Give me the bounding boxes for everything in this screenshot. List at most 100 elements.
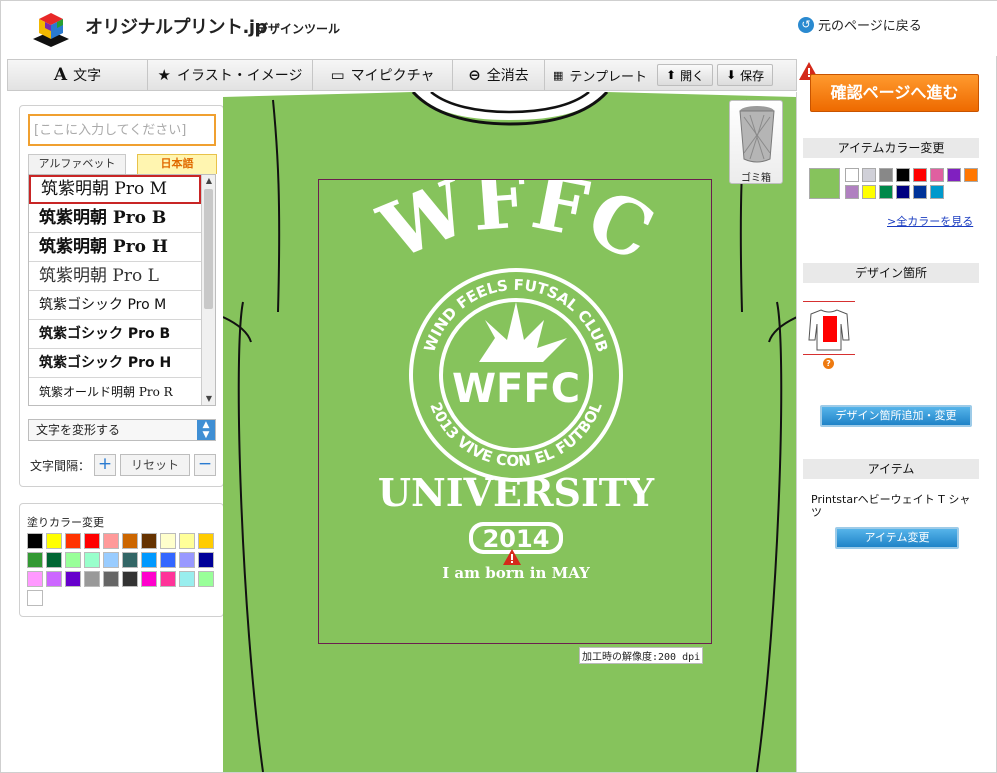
font-list-scrollbar[interactable]: ▲ ▼ — [201, 175, 215, 405]
item-name: Printstarヘビーウェイト T シャツ — [811, 493, 971, 519]
fill-color-title: 塗りカラー変更 — [27, 516, 104, 529]
print-area[interactable]: WFFC WIND FEELS FUTSAL CLUB 2013 VIVE CO… — [318, 155, 713, 645]
star-icon: ★ — [157, 66, 171, 84]
tagline-text[interactable]: I am born in MAY — [442, 564, 590, 582]
font-item[interactable]: 筑紫明朝 Pro M — [29, 175, 201, 204]
trash-label: ゴミ箱 — [741, 173, 771, 184]
fill-color-swatch[interactable] — [46, 571, 62, 587]
fill-color-swatch[interactable] — [65, 571, 81, 587]
fill-color-swatch[interactable] — [65, 552, 81, 568]
fill-color-swatch[interactable] — [103, 533, 119, 549]
arrow-up-icon: ⬆ — [666, 68, 677, 82]
fill-color-swatch[interactable] — [122, 571, 138, 587]
font-item[interactable]: 筑紫明朝 Pro B — [29, 204, 201, 233]
fill-color-swatch[interactable] — [179, 533, 195, 549]
font-item[interactable]: 筑紫オールド明朝 Pro R — [29, 378, 201, 405]
fill-color-swatch[interactable] — [122, 533, 138, 549]
spacing-reset-button[interactable]: リセット — [120, 454, 191, 476]
design-location-title: デザイン箇所 — [803, 263, 979, 283]
fill-color-swatch[interactable] — [27, 571, 43, 587]
scroll-down-icon[interactable]: ▼ — [202, 393, 215, 405]
template-button[interactable]: ▦ テンプレート — [545, 60, 655, 90]
item-color-swatch[interactable] — [862, 168, 876, 182]
fill-color-swatch[interactable] — [198, 552, 214, 568]
item-title: アイテム — [803, 459, 979, 479]
scroll-up-icon[interactable]: ▲ — [202, 175, 215, 187]
fill-color-swatch[interactable] — [103, 571, 119, 587]
all-colors-link[interactable]: >全カラーを見る — [887, 213, 973, 229]
fill-color-swatch[interactable] — [27, 552, 43, 568]
item-color-swatch[interactable] — [896, 168, 910, 182]
fill-color-swatch[interactable] — [179, 571, 195, 587]
item-color-swatch[interactable] — [947, 168, 961, 182]
scroll-thumb[interactable] — [204, 189, 213, 309]
spacing-minus-button[interactable]: − — [194, 454, 217, 476]
fill-color-swatch[interactable] — [84, 571, 100, 587]
font-item[interactable]: 筑紫ゴシック Pro H — [29, 349, 201, 378]
fill-color-swatch[interactable] — [198, 533, 214, 549]
design-canvas[interactable]: WFFC WIND FEELS FUTSAL CLUB 2013 VIVE CO… — [223, 92, 797, 772]
university-text[interactable]: UNIVERSITY — [378, 470, 655, 515]
design-location-thumbnail[interactable] — [803, 301, 855, 355]
trash-can-icon — [739, 106, 775, 163]
fill-color-swatch[interactable] — [46, 552, 62, 568]
fill-color-swatch[interactable] — [84, 533, 100, 549]
fill-color-swatch[interactable] — [65, 533, 81, 549]
help-icon[interactable]: ? — [823, 358, 834, 369]
item-color-swatch[interactable] — [862, 185, 876, 199]
fill-color-swatch[interactable] — [141, 552, 157, 568]
design-artwork[interactable]: WFFC WIND FEELS FUTSAL CLUB 2013 VIVE CO… — [319, 155, 713, 645]
fill-color-swatch[interactable] — [160, 552, 176, 568]
confirm-page-button[interactable]: 確認ページへ進む — [810, 74, 979, 112]
design-tool-window: オリジナルプリント.jp デザインツール ↺ 元のページに戻る A 文字 ★ イ… — [0, 0, 997, 773]
font-item[interactable]: 筑紫明朝 Pro H — [29, 233, 201, 262]
fill-color-swatch[interactable] — [160, 571, 176, 587]
item-color-swatch[interactable] — [964, 168, 978, 182]
font-item[interactable]: 筑紫ゴシック Pro B — [29, 320, 201, 349]
trash-button[interactable]: ゴミ箱 — [729, 100, 783, 184]
fill-color-swatch[interactable] — [46, 533, 62, 549]
fill-color-swatch[interactable] — [160, 533, 176, 549]
illust-tool-button[interactable]: ★ イラスト・イメージ — [148, 60, 313, 90]
fill-color-swatch[interactable] — [103, 552, 119, 568]
text-input[interactable] — [28, 114, 216, 146]
fill-color-swatch[interactable] — [27, 590, 43, 606]
fill-color-swatch[interactable] — [198, 571, 214, 587]
minus-circle-icon: ⊖ — [468, 66, 481, 84]
fill-color-swatch[interactable] — [179, 552, 195, 568]
tab-alphabet[interactable]: アルファベット — [28, 154, 126, 174]
open-button[interactable]: ⬆ 開く — [657, 64, 714, 86]
item-color-swatch[interactable] — [845, 185, 859, 199]
back-to-page-link[interactable]: ↺ 元のページに戻る — [798, 15, 922, 34]
item-change-button[interactable]: アイテム変更 — [835, 527, 959, 549]
arc-title-text[interactable]: WFFC — [367, 155, 667, 278]
fill-color-swatch[interactable] — [141, 533, 157, 549]
tab-japanese[interactable]: 日本語 — [137, 154, 217, 174]
item-color-swatch[interactable] — [845, 168, 859, 182]
add-design-location-button[interactable]: デザイン箇所追加・変更 — [820, 405, 972, 427]
resolution-label: 加工時の解像度:200 dpi — [579, 647, 704, 664]
fill-color-swatch[interactable] — [84, 552, 100, 568]
fill-color-swatch[interactable] — [122, 552, 138, 568]
fill-color-swatch[interactable] — [27, 533, 43, 549]
item-color-swatch[interactable] — [913, 185, 927, 199]
item-color-swatch[interactable] — [879, 168, 893, 182]
item-color-swatch[interactable] — [930, 185, 944, 199]
item-color-swatch[interactable] — [879, 185, 893, 199]
grid-icon: ▦ — [552, 68, 564, 82]
item-color-swatch[interactable] — [896, 185, 910, 199]
save-button[interactable]: ⬇ 保存 — [717, 64, 774, 86]
spacing-plus-button[interactable]: + — [94, 454, 117, 476]
transform-select[interactable]: 文字を変形する ▲ ▼ — [28, 419, 216, 441]
fill-color-swatch[interactable] — [141, 571, 157, 587]
item-color-swatch[interactable] — [930, 168, 944, 182]
mypicture-button[interactable]: ▭ マイピクチャ — [313, 60, 453, 90]
clear-all-button[interactable]: ⊖ 全消去 — [453, 60, 545, 90]
font-item[interactable]: 筑紫明朝 Pro L — [29, 262, 201, 291]
font-item[interactable]: 筑紫ゴシック Pro M — [29, 291, 201, 320]
illust-tool-label: イラスト・イメージ — [177, 68, 303, 84]
letter-spacing-control: 文字間隔： + リセット − — [30, 454, 217, 476]
text-tool-button[interactable]: A 文字 — [8, 60, 148, 90]
item-color-swatch[interactable] — [913, 168, 927, 182]
fill-color-panel: 塗りカラー変更 — [19, 503, 224, 617]
